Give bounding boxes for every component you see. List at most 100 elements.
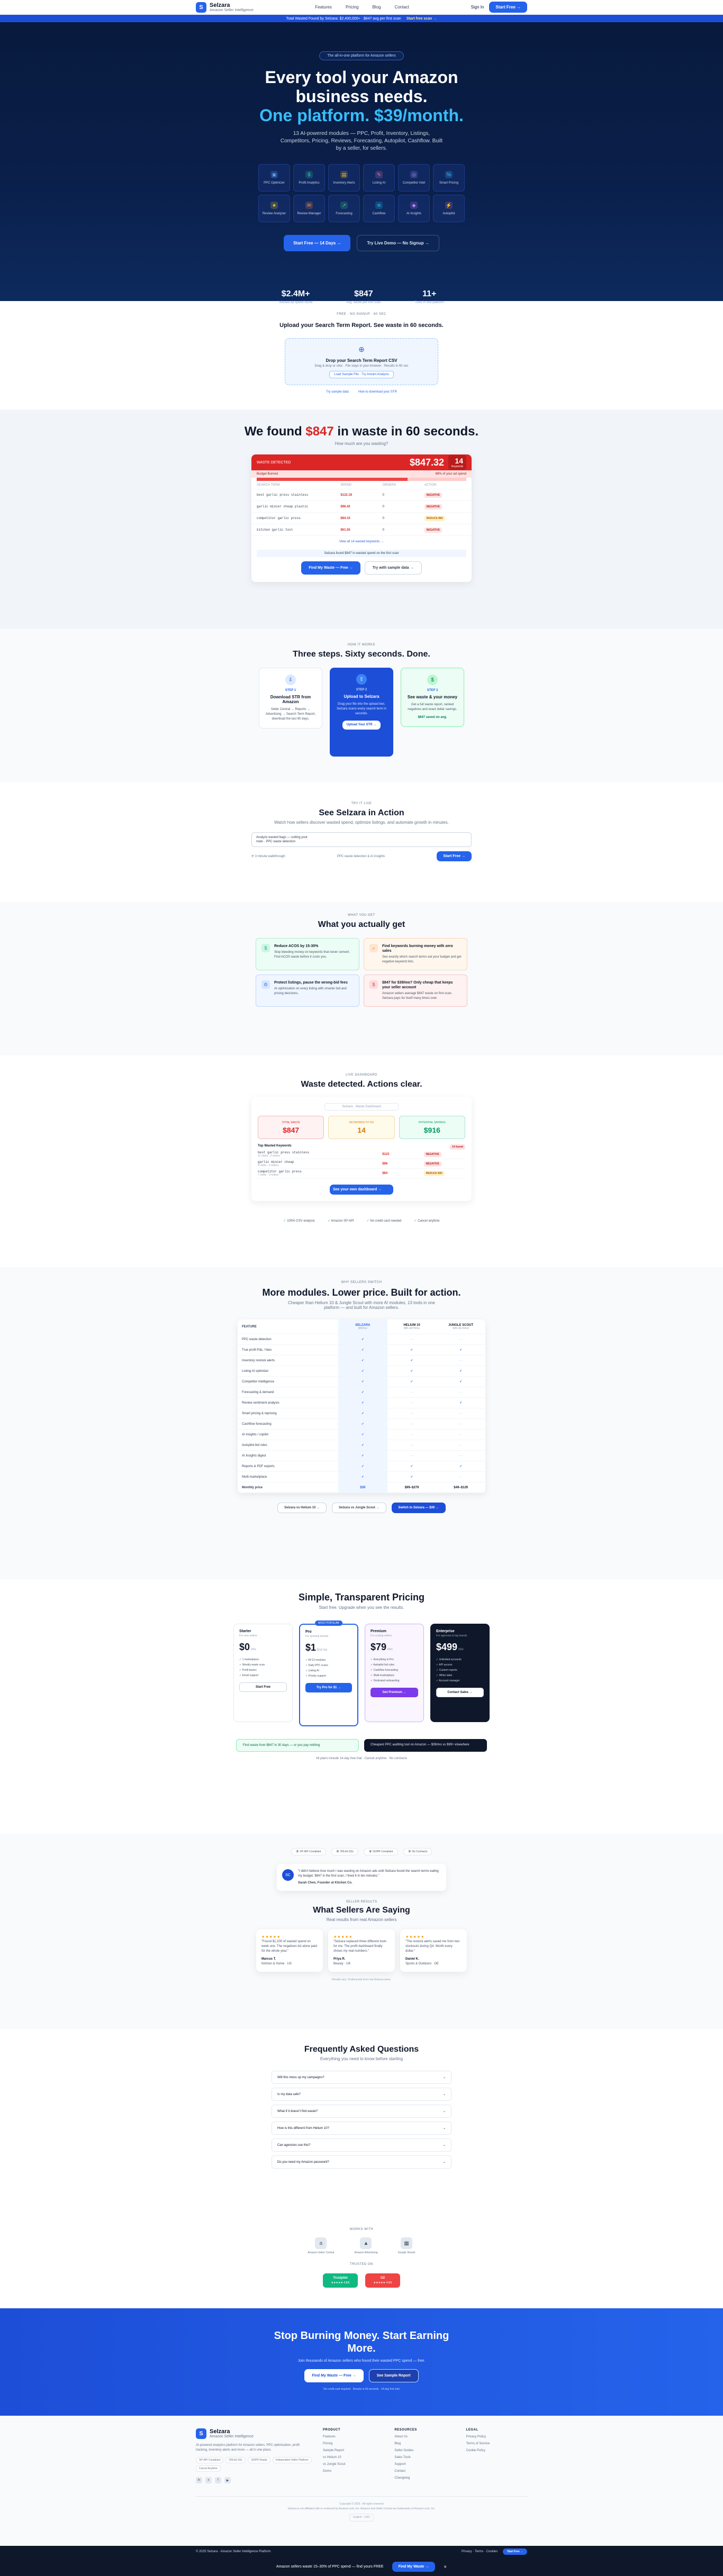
load-sample-button[interactable]: Load Sample File · Try Instant Analysis: [329, 371, 394, 378]
footer-link[interactable]: Pricing: [323, 2442, 384, 2445]
plan-cta-button[interactable]: Start Free: [239, 1682, 287, 1692]
review-badge[interactable]: Trustpilot ★★★★★ 4.8/5: [323, 2273, 358, 2288]
upload-your-str-button[interactable]: Upload Your STR →: [342, 721, 381, 730]
faq-item[interactable]: Will this mess up my campaigns? ⌄: [272, 2071, 451, 2084]
tool-tile[interactable]: ⚡ Autopilot: [433, 195, 465, 222]
tool-tile[interactable]: ≋ Cashflow: [363, 195, 395, 222]
footer-link[interactable]: vs Helium 10: [323, 2456, 384, 2459]
benefit-text: Reduce ACOS by 15-30% Stop bleeding money…: [274, 944, 354, 964]
nav-link-contact[interactable]: Contact: [394, 5, 409, 10]
footer-link[interactable]: Blog: [394, 2442, 455, 2445]
tool-tile[interactable]: ↗ Forecasting: [328, 195, 360, 222]
nav-link-features[interactable]: Features: [315, 5, 332, 10]
tool-tile[interactable]: $ Profit Analytics: [293, 164, 325, 192]
column-header: SELZARA $39/mo: [338, 1319, 387, 1334]
footer-logo[interactable]: S Selzara Amazon Seller Intelligence: [196, 2428, 312, 2439]
feature-cell: ✓: [338, 1461, 387, 1471]
youtube-icon[interactable]: ▶: [224, 2477, 231, 2483]
tool-tile[interactable]: ✉ Review Manager: [293, 195, 325, 222]
close-icon[interactable]: ✕: [444, 2565, 447, 2569]
hero-start-free-button[interactable]: Start Free — 14 Days →: [284, 235, 351, 251]
sticky-find-waste-button[interactable]: Find My Waste →: [392, 2562, 436, 2572]
tool-tile[interactable]: ✎ Listing AI: [363, 164, 395, 192]
see-dashboard-button[interactable]: See your own dashboard →: [330, 1185, 393, 1195]
faq-item[interactable]: Is my data safe? ⌄: [272, 2088, 451, 2101]
footer-link[interactable]: About Us: [394, 2435, 455, 2438]
benefit-text: $847 for $39/mo? Only cheap that keeps y…: [382, 980, 462, 1001]
footer-link[interactable]: Contact: [394, 2470, 455, 2473]
review-site: Trustpilot: [333, 2277, 348, 2280]
action-badge[interactable]: REDUCE BID: [423, 1170, 445, 1176]
nav-link-pricing[interactable]: Pricing: [346, 5, 358, 10]
x-icon[interactable]: x: [205, 2477, 212, 2483]
switch-to-selzara-button[interactable]: Switch to Selzara — $39 →: [391, 1503, 446, 1513]
facebook-icon[interactable]: f: [215, 2477, 221, 2483]
footer-link[interactable]: Changelog: [394, 2477, 455, 2480]
tool-label: Cashflow: [372, 212, 386, 215]
final-cta-text: Join thousands of Amazon sellers who fou…: [297, 2359, 426, 2363]
demo-start-free-button[interactable]: Start Free →: [437, 851, 472, 861]
feature-cell: ✓: [338, 1377, 387, 1387]
review-badge[interactable]: G2 ★★★★★ 4.9/5: [365, 2273, 400, 2288]
final-find-waste-button[interactable]: Find My Waste — Free →: [304, 2369, 364, 2382]
tool-tile[interactable]: ▤ Inventory Alerts: [328, 164, 360, 192]
footer-link[interactable]: Support: [394, 2463, 455, 2466]
nav-link-blog[interactable]: Blog: [372, 5, 381, 10]
plan-feature: ✓ Priority support: [305, 1674, 327, 1678]
nav-start-free-button[interactable]: Start Free →: [489, 2, 527, 13]
try-sample-link[interactable]: Try sample data: [326, 390, 349, 394]
action-badge[interactable]: NEGATIVE: [424, 492, 442, 498]
action-badge[interactable]: NEGATIVE: [423, 1161, 441, 1167]
tool-tile[interactable]: ◎ Competitor Intel: [398, 164, 430, 192]
brand-logo[interactable]: S Selzara Amazon Seller Intelligence: [196, 2, 254, 13]
find-my-waste-button[interactable]: Find My Waste — Free →: [301, 561, 360, 575]
footer-link[interactable]: Demo: [323, 2470, 384, 2473]
demo-input[interactable]: Analyze wasted bags — cutting your mats ·…: [251, 832, 472, 847]
try-sample-data-button[interactable]: Try with sample data →: [364, 561, 422, 575]
action-badge[interactable]: NEGATIVE: [424, 527, 442, 533]
footer-link[interactable]: Terms of Service: [466, 2442, 527, 2445]
subbar-links[interactable]: Privacy · Terms · Cookies: [462, 2550, 498, 2553]
dashboard-search[interactable]: Selzara · Waste Dashboard: [324, 1103, 399, 1110]
linkedin-icon[interactable]: in: [196, 2477, 202, 2483]
upload-dropzone[interactable]: ⊕ Drop your Search Term Report CSV Drag …: [285, 338, 438, 385]
faq-item[interactable]: Do you need my Amazon password? ⌄: [272, 2155, 451, 2169]
view-all-keywords-link[interactable]: View all 14 wasted keywords →: [251, 536, 472, 550]
tool-tile[interactable]: ▣ PPC Optimizer: [258, 164, 290, 192]
vs-jungle-scout-button[interactable]: Selzara vs Jungle Scout →: [332, 1503, 386, 1513]
promo-link[interactable]: Start free scan →: [406, 17, 437, 21]
testimonials-title: What Sellers Are Saying: [313, 1906, 410, 1915]
faq-item[interactable]: Can agencies use this? ⌄: [272, 2138, 451, 2152]
plan-features: ✓ Everything in Pro ✓ Autopilot bid rules…: [370, 1657, 418, 1683]
hero-live-demo-button[interactable]: Try Live Demo — No Signup →: [357, 235, 439, 251]
feature-cell: ✓: [436, 1380, 485, 1383]
footer-link[interactable]: Sales Tools: [394, 2456, 455, 2459]
feature-cell: —: [436, 1454, 485, 1458]
tool-tile[interactable]: ◆ AI Insights: [398, 195, 430, 222]
footer-link[interactable]: Seller Guides: [394, 2449, 455, 2452]
footer-link[interactable]: vs Jungle Scout: [323, 2463, 384, 2466]
footer-link[interactable]: Features: [323, 2435, 384, 2438]
subbar-start-button[interactable]: Start Free →: [503, 2548, 527, 2555]
plan-cta-button[interactable]: Try Pro for $1 →: [305, 1683, 352, 1692]
tool-tile[interactable]: % Smart Pricing: [433, 164, 465, 192]
faq-item[interactable]: What if it doesn't find waste? ⌄: [272, 2105, 451, 2118]
footer-link[interactable]: Cookie Policy: [466, 2449, 527, 2452]
footer-link[interactable]: Sample Report: [323, 2449, 384, 2452]
tool-tile[interactable]: ★ Review Analyzer: [258, 195, 290, 222]
action-badge[interactable]: NEGATIVE: [424, 504, 442, 509]
action-badge[interactable]: NEGATIVE: [423, 1151, 441, 1157]
action-badge[interactable]: REDUCE BID: [424, 515, 445, 521]
vs-helium10-button[interactable]: Selzara vs Helium 10 →: [277, 1503, 327, 1513]
how-to-download-link[interactable]: How to download your STR: [358, 390, 397, 394]
language-selector[interactable]: English · USD: [349, 2514, 374, 2522]
signin-link[interactable]: Sign In: [471, 5, 484, 10]
faq-item[interactable]: How is this different from Helium 10? ⌄: [272, 2122, 451, 2135]
plan-cta-button[interactable]: Get Premium →: [370, 1688, 418, 1697]
table-row: garlic mincer cheap 9 clicks · 0 orders $9…: [258, 1159, 465, 1169]
footer-link[interactable]: Privacy Policy: [466, 2435, 527, 2438]
table-row: competitor garlic press $84.10 0 REDUCE BID: [251, 513, 472, 524]
footer-column-title: RESOURCES: [394, 2428, 417, 2432]
see-sample-report-button[interactable]: See Sample Report: [368, 2369, 419, 2382]
plan-cta-button[interactable]: Contact Sales →: [436, 1688, 484, 1697]
